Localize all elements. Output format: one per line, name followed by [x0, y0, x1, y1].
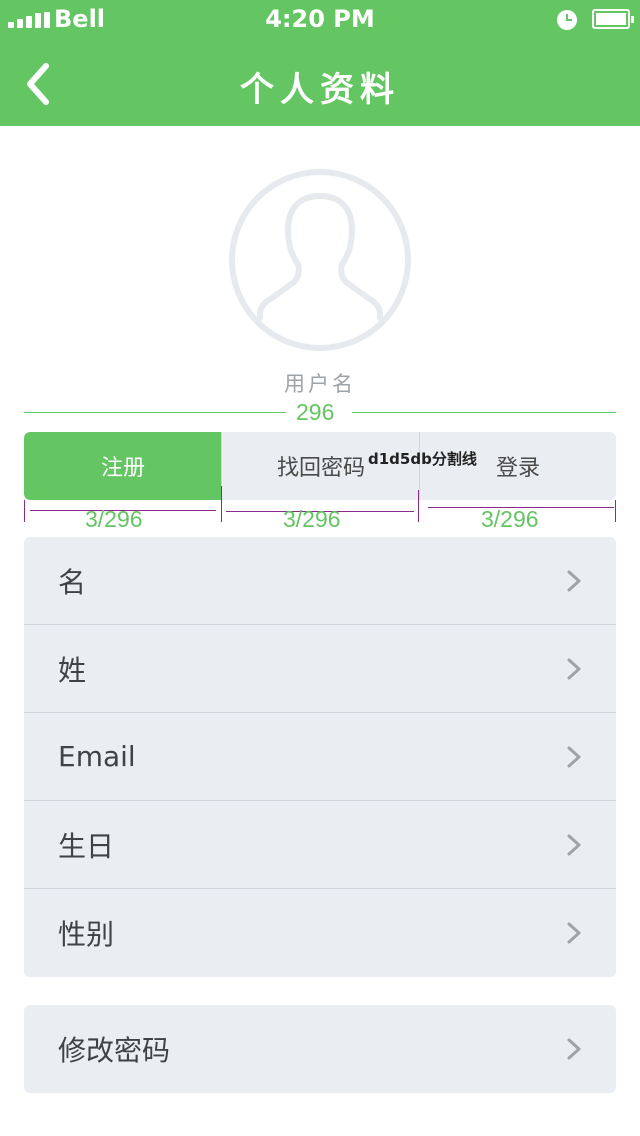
list-item-label: 性别	[58, 918, 115, 951]
battery-icon	[592, 9, 634, 29]
navigation-bar: 个人资料	[0, 40, 640, 126]
chevron-right-icon	[567, 834, 581, 855]
tab-recover-password-label: 找回密码	[276, 456, 365, 481]
annotation-seg-width: 3/296	[481, 506, 539, 532]
tab-register-label: 注册	[100, 456, 145, 481]
top-bar: Bell 4:20 PM 个人资料	[0, 0, 640, 126]
list-item-gender[interactable]: 性别	[24, 889, 616, 977]
chevron-right-icon	[567, 658, 581, 679]
list-item-email[interactable]: Email	[24, 713, 616, 801]
status-bar: Bell 4:20 PM	[0, 0, 640, 40]
list-item-label: 名	[58, 565, 87, 599]
measure-tick	[24, 500, 25, 522]
username-label: 用户名	[284, 372, 356, 396]
alarm-clock-icon	[557, 10, 577, 30]
tab-login-label: 登录	[495, 456, 540, 481]
annotation-width-label: 296	[296, 399, 335, 425]
list-item-first-name[interactable]: 名	[24, 537, 616, 625]
measure-tick	[615, 500, 616, 522]
measure-tick	[221, 486, 222, 522]
user-avatar-icon[interactable]	[228, 168, 412, 352]
annotation-line-right	[352, 412, 616, 413]
list-item-label: 生日	[58, 829, 115, 863]
profile-info-list: 名 姓 Email 生日 性别	[24, 537, 616, 977]
list-item-change-password[interactable]: 修改密码	[24, 1005, 616, 1093]
chevron-right-icon	[567, 1038, 581, 1060]
annotation-seg-width: 3/296	[283, 506, 341, 532]
security-list: 修改密码	[24, 1005, 616, 1093]
measure-tick	[418, 490, 419, 522]
annotation-line-left	[24, 412, 286, 413]
list-item-label: 姓	[58, 653, 87, 687]
list-item-label: 修改密码	[58, 1034, 171, 1067]
annotation-seg-width: 3/296	[85, 506, 143, 532]
list-item-birthday[interactable]: 生日	[24, 801, 616, 889]
chevron-right-icon	[567, 570, 581, 591]
chevron-right-icon	[567, 746, 581, 767]
page-title: 个人资料	[240, 70, 400, 110]
status-time: 4:20 PM	[265, 5, 375, 33]
chevron-right-icon	[567, 922, 581, 944]
list-item-label: Email	[58, 740, 136, 773]
tab-register[interactable]: 注册	[24, 432, 222, 500]
divider-annotation: d1d5db分割线	[368, 450, 477, 468]
segmented-control: 注册 找回密码 登录	[24, 432, 616, 500]
list-item-last-name[interactable]: 姓	[24, 625, 616, 713]
